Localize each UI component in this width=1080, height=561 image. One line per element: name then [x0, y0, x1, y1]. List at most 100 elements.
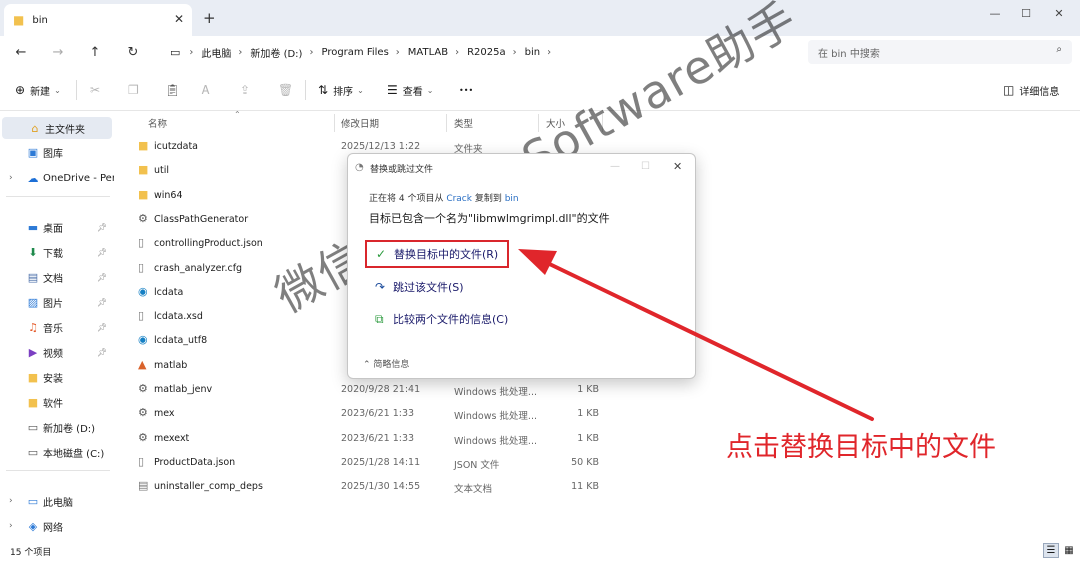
network-icon: ◈ — [28, 519, 38, 533]
nav-item[interactable]: ■ 软件 — [0, 391, 114, 413]
new-tab-button[interactable]: + — [203, 9, 216, 27]
back-arrow-icon[interactable]: ← — [10, 41, 32, 63]
new-button[interactable]: ⊕ 新建 ⌄ — [15, 80, 61, 100]
file-date: 2020/9/28 21:41 — [341, 384, 421, 395]
column-header-type[interactable]: 类型 — [454, 116, 473, 130]
nav-item[interactable]: ▶ 视频 📌︎ — [0, 341, 114, 363]
more-options-button[interactable]: ••• — [459, 80, 473, 100]
replace-files-option[interactable]: ✓ 替换目标中的文件(R) — [365, 240, 509, 268]
search-input[interactable]: 在 bin 中搜索 ⌕ — [808, 40, 1072, 64]
chevron-right-icon[interactable]: › — [9, 496, 13, 506]
file-icon: ▯ — [138, 260, 145, 274]
breadcrumb[interactable]: ▭ › 此电脑 › 新加卷 (D:) › Program Files › MAT… — [162, 40, 800, 64]
cut-icon[interactable]: ✂ — [90, 80, 105, 100]
compare-option-label: 比较两个文件的信息(C) — [393, 313, 509, 326]
folder-icon: ■ — [138, 163, 149, 177]
document-icon: ▤ — [27, 270, 39, 284]
nav-item[interactable]: › ▭ 此电脑 — [0, 490, 114, 512]
nav-item[interactable]: ▭ 新加卷 (D:) — [0, 416, 114, 438]
column-header-name[interactable]: 名称 — [148, 116, 167, 130]
pin-icon: 📌︎ — [97, 297, 108, 307]
fewer-details-toggle[interactable]: ⌃ 简略信息 — [363, 357, 409, 370]
file-row[interactable]: ⚙ mex 2023/6/21 1:33 Windows 批处理... 1 KB — [124, 402, 1080, 426]
nav-item[interactable]: › ◈ 网络 — [0, 515, 114, 537]
source-folder-link[interactable]: Crack — [446, 194, 472, 204]
music-icon: ♫ — [28, 320, 38, 334]
home-icon: ⌂ — [31, 121, 39, 135]
text-file-icon: ▤ — [138, 479, 149, 493]
chevron-right-icon[interactable]: › — [9, 173, 13, 183]
dialog-minimize-button[interactable]: — — [610, 161, 620, 172]
paste-icon[interactable]: 📋︎ — [165, 80, 185, 100]
nav-item-label: 网络 — [43, 522, 63, 534]
file-date: 2025/12/13 1:22 — [341, 141, 421, 152]
nav-item[interactable]: ♫ 音乐 📌︎ — [0, 316, 114, 338]
folder-icon: ■ — [13, 13, 25, 27]
compare-files-option[interactable]: ⧉ 比较两个文件的信息(C) — [366, 305, 626, 333]
view-label: 查看 — [402, 86, 423, 98]
replace-option-label: 替换目标中的文件(R) — [394, 248, 499, 261]
nav-item[interactable]: › ☁ OneDrive - Per — [0, 167, 114, 189]
tab-close-icon[interactable]: ✕ — [174, 12, 184, 26]
up-arrow-icon[interactable]: ↑ — [84, 41, 106, 63]
nav-item[interactable]: ⬇ 下载 📌︎ — [0, 241, 114, 263]
minimize-button[interactable]: — — [980, 4, 1010, 22]
view-icon: ☰ — [387, 83, 398, 97]
sort-button[interactable]: ⇅ 排序 ⌄ — [318, 80, 364, 100]
rename-icon[interactable]: Ꭺ — [202, 80, 215, 100]
file-date: 2025/1/28 14:11 — [341, 456, 421, 468]
nav-item[interactable]: ■ 安装 — [0, 366, 114, 388]
view-button[interactable]: ☰ 查看 ⌄ — [387, 80, 433, 100]
download-icon: ⬇ — [28, 245, 38, 259]
chevron-down-icon: ⌄ — [426, 85, 434, 95]
nav-item[interactable]: ⌂ 主文件夹 — [2, 117, 112, 139]
nav-item[interactable]: ▤ 文档 📌︎ — [0, 266, 114, 288]
breadcrumb-item[interactable]: R2025a — [467, 47, 506, 58]
file-name: controllingProduct.json — [154, 238, 263, 250]
file-name: lcdata_utf8 — [154, 335, 208, 347]
details-button[interactable]: ◫ 详细信息 — [1003, 80, 1059, 100]
breadcrumb-item[interactable]: bin — [525, 47, 540, 58]
close-window-button[interactable]: ✕ — [1044, 4, 1074, 22]
file-name: matlab — [154, 359, 188, 371]
drive-icon: ▭ — [27, 445, 39, 459]
refresh-icon[interactable]: ↻ — [122, 41, 144, 63]
dialog-maximize-button[interactable]: ☐ — [641, 161, 650, 172]
dialog-close-icon[interactable]: ✕ — [673, 160, 682, 173]
navigation-pane: ⌂ 主文件夹 ▣ 图库 › ☁ OneDrive - Per ▬ 桌面 📌︎ ⬇ 下载 📌︎ ▤ 文档 📌︎ ▨… — [0, 112, 118, 540]
file-size: 1 KB — [577, 384, 599, 395]
batch-file-icon: ⚙ — [138, 430, 148, 444]
folder-icon: ■ — [138, 187, 149, 201]
chevron-down-icon: ⌄ — [357, 85, 364, 95]
breadcrumb-item[interactable]: Program Files — [321, 47, 388, 58]
sort-label: 排序 — [333, 86, 354, 98]
matlab-icon: ▲ — [138, 357, 147, 371]
skip-file-option[interactable]: ↷ 跳过该文件(S) — [366, 273, 626, 301]
nav-item[interactable]: ▨ 图片 📌︎ — [0, 291, 114, 313]
column-header-size[interactable]: 大小 — [546, 116, 565, 130]
share-icon[interactable]: ⇪ — [240, 80, 255, 100]
nav-item-label: 音乐 — [43, 323, 63, 335]
forward-arrow-icon[interactable]: → — [47, 41, 69, 63]
breadcrumb-item[interactable]: MATLAB — [408, 47, 448, 58]
file-size: 50 KB — [571, 456, 599, 468]
chevron-right-icon[interactable]: › — [9, 521, 13, 531]
file-row[interactable]: ▤ uninstaller_comp_deps 2025/1/30 14:55 文本文… — [124, 475, 1080, 499]
nav-item-label: 新加卷 (D:) — [43, 423, 96, 435]
file-row[interactable]: ⚙ matlab_jenv 2020/9/28 21:41 Windows 批处理..… — [124, 378, 1080, 402]
maximize-button[interactable]: ☐ — [1011, 4, 1041, 22]
tab-bin[interactable]: ■ bin ✕ — [4, 4, 192, 36]
destination-folder-link[interactable]: bin — [505, 194, 519, 204]
tiles-view-icon[interactable]: ▦ — [1061, 543, 1077, 558]
picture-icon: ▨ — [27, 295, 39, 309]
copy-icon[interactable]: ❐ — [128, 80, 144, 100]
delete-icon[interactable]: 🗑︎ — [278, 80, 298, 100]
details-pane-icon: ◫ — [1003, 83, 1015, 97]
details-view-icon[interactable]: ☰ — [1043, 543, 1059, 558]
nav-item[interactable]: ▬ 桌面 📌︎ — [0, 216, 114, 238]
breadcrumb-item[interactable]: 此电脑 — [201, 45, 231, 60]
breadcrumb-item[interactable]: 新加卷 (D:) — [250, 45, 302, 60]
nav-item[interactable]: ▣ 图库 — [0, 141, 114, 163]
column-header-date[interactable]: 修改日期 — [341, 116, 379, 130]
nav-item[interactable]: ▭ 本地磁盘 (C:) — [0, 441, 114, 463]
